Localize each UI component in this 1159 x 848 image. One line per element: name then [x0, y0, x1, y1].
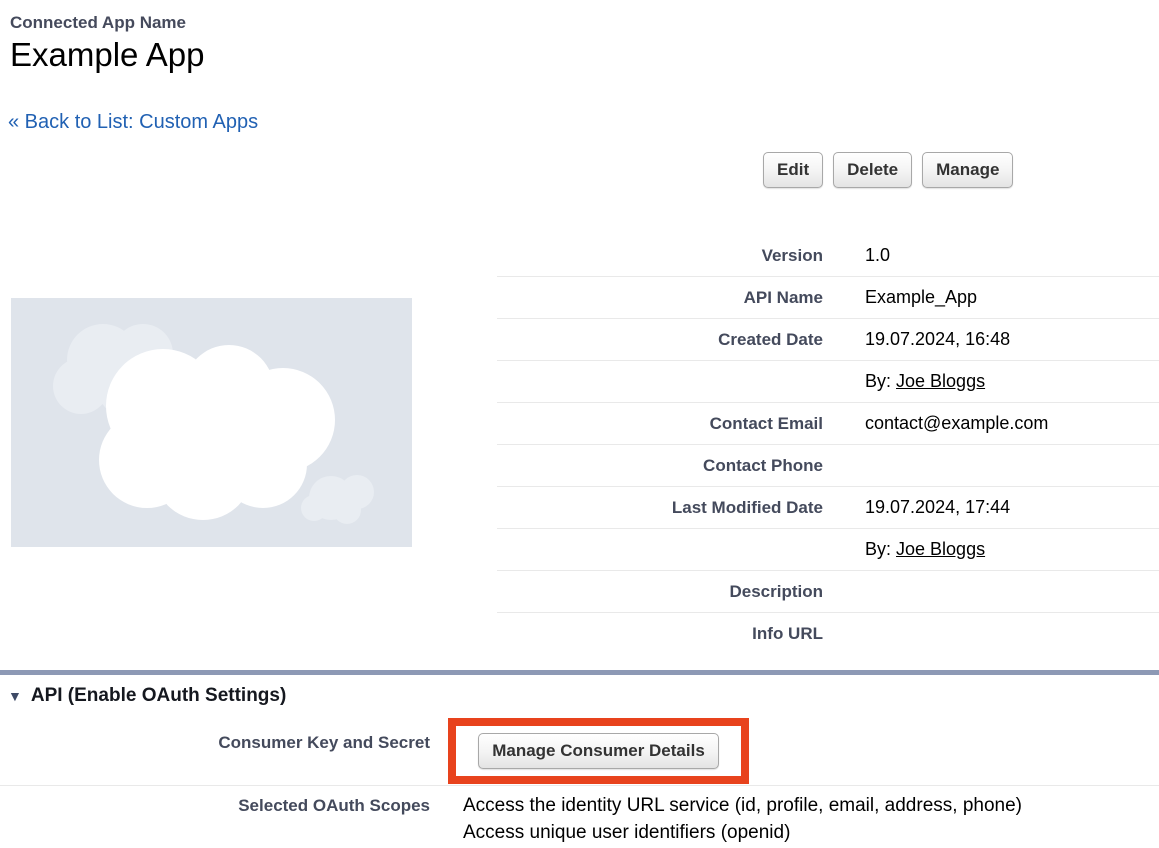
field-label: Created Date: [497, 330, 823, 350]
consumer-key-secret-label: Consumer Key and Secret: [0, 733, 430, 753]
manage-consumer-details-button[interactable]: Manage Consumer Details: [478, 733, 719, 769]
oauth-scope-item: Access the identity URL service (id, pro…: [463, 792, 1022, 819]
record-toolbar: Edit Delete Manage: [763, 152, 1013, 188]
page-title: Example App: [10, 36, 204, 74]
by-prefix: By:: [865, 539, 896, 559]
page-header: Connected App Name Example App: [10, 13, 204, 74]
oauth-scopes-list: Access the identity URL service (id, pro…: [463, 792, 1022, 846]
red-highlight-annotation: Manage Consumer Details: [448, 718, 749, 784]
collapse-triangle-icon[interactable]: ▼: [8, 688, 22, 704]
app-logo-cloud-image: [11, 298, 412, 547]
modified-by-user-link[interactable]: Joe Bloggs: [896, 539, 985, 559]
field-label: Last Modified Date: [497, 498, 823, 518]
field-label: Version: [497, 246, 823, 266]
field-label: Description: [497, 582, 823, 602]
cloud-icon: [11, 298, 412, 547]
detail-row-created-by: By: Joe Bloggs: [497, 361, 1159, 403]
detail-row-contact-phone: Contact Phone: [497, 445, 1159, 487]
section-divider-bar: [0, 670, 1159, 675]
field-value: By: Joe Bloggs: [823, 371, 985, 392]
detail-row-api-name: API Name Example_App: [497, 277, 1159, 319]
detail-row-contact-email: Contact Email contact@example.com: [497, 403, 1159, 445]
detail-row-modified-by: By: Joe Bloggs: [497, 529, 1159, 571]
oauth-section-title: API (Enable OAuth Settings): [31, 685, 286, 707]
field-label: Info URL: [497, 624, 823, 644]
oauth-scope-item: Access unique user identifiers (openid): [463, 819, 1022, 846]
field-value: 1.0: [823, 245, 890, 266]
field-value: By: Joe Bloggs: [823, 539, 985, 560]
field-value: contact@example.com: [823, 413, 1048, 434]
manage-button[interactable]: Manage: [922, 152, 1013, 188]
field-label: Contact Phone: [497, 456, 823, 476]
field-label: Contact Email: [497, 414, 823, 434]
oauth-section-heading: ▼ API (Enable OAuth Settings): [8, 685, 286, 707]
created-by-user-link[interactable]: Joe Bloggs: [896, 371, 985, 391]
detail-row-last-modified-date: Last Modified Date 19.07.2024, 17:44: [497, 487, 1159, 529]
field-value: Example_App: [823, 287, 977, 308]
row-divider-line: [0, 785, 1159, 786]
delete-button[interactable]: Delete: [833, 152, 912, 188]
field-value: 19.07.2024, 16:48: [823, 329, 1010, 350]
record-detail-table: Version 1.0 API Name Example_App Created…: [497, 235, 1159, 654]
entity-type-label: Connected App Name: [10, 13, 204, 33]
by-prefix: By:: [865, 371, 896, 391]
field-label: API Name: [497, 288, 823, 308]
selected-oauth-scopes-label: Selected OAuth Scopes: [0, 796, 430, 816]
detail-row-version: Version 1.0: [497, 235, 1159, 277]
detail-row-description: Description: [497, 571, 1159, 613]
back-to-list-link[interactable]: « Back to List: Custom Apps: [8, 111, 258, 134]
edit-button[interactable]: Edit: [763, 152, 823, 188]
field-value: 19.07.2024, 17:44: [823, 497, 1010, 518]
detail-row-info-url: Info URL: [497, 613, 1159, 654]
detail-row-created-date: Created Date 19.07.2024, 16:48: [497, 319, 1159, 361]
